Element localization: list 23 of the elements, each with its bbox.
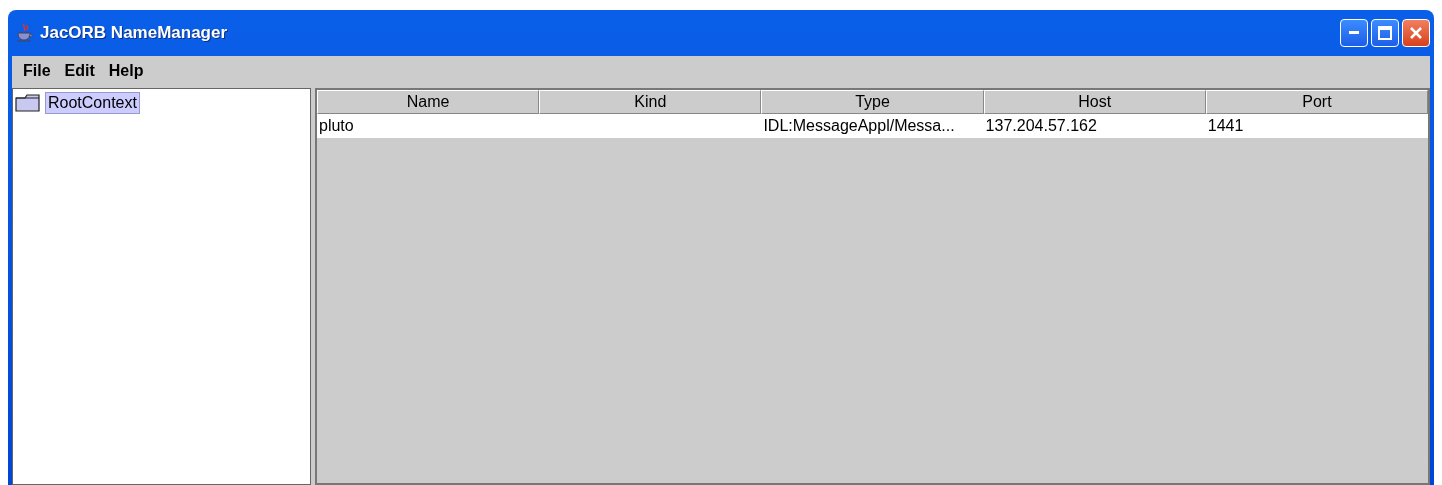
- column-header[interactable]: Name: [317, 90, 540, 114]
- menu-item[interactable]: Edit: [59, 62, 100, 80]
- table-cell: IDL:MessageAppl/Messa...: [763, 117, 955, 134]
- menu-item[interactable]: File: [18, 62, 56, 80]
- maximize-icon: [1378, 26, 1392, 40]
- maximize-button[interactable]: [1371, 19, 1399, 47]
- table-cell: pluto: [319, 117, 354, 134]
- menu-item[interactable]: Help: [103, 62, 149, 80]
- close-icon: [1409, 26, 1423, 40]
- column-header[interactable]: Port: [1205, 90, 1428, 114]
- column-header[interactable]: Host: [983, 90, 1206, 114]
- coffee-cup-icon: [16, 23, 34, 43]
- close-button[interactable]: [1402, 19, 1430, 47]
- folder-icon: [15, 94, 41, 112]
- tree-node[interactable]: RootContext: [45, 92, 140, 114]
- column-header[interactable]: Kind: [539, 90, 762, 114]
- column-header[interactable]: Type: [761, 90, 984, 114]
- table-row[interactable]: pluto IDL:MessageAppl/Messa... 137.204.57.162 1441: [317, 114, 1428, 138]
- table-cell: 1441: [1207, 117, 1244, 134]
- minimize-button[interactable]: [1340, 19, 1368, 47]
- window-title: JacORB NameManager: [40, 23, 228, 43]
- minimize-icon: [1349, 31, 1359, 35]
- table-cell: 137.204.57.162: [985, 117, 1097, 134]
